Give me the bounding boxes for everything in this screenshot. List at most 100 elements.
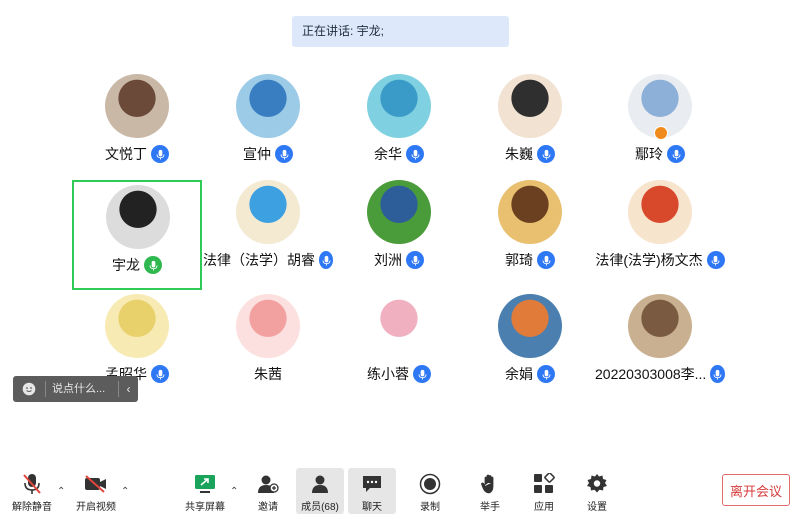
audio-options-chevron-icon[interactable]: ⌃ — [57, 486, 65, 497]
chat-label: 聊天 — [362, 502, 382, 513]
participant-name-row: 20220303008李... — [595, 364, 725, 384]
participant-grid: 文悦丁 宣仲 余华 朱巍 鄢玲 宇龙 法律（法学）胡睿 刘洲 郭琦 法律(法学)杨文杰 孟昭华 朱茜练… — [0, 0, 800, 400]
microphone-icon — [537, 145, 555, 163]
participant-name-row: 鄢玲 — [595, 144, 725, 164]
participant-name-row: 法律（法学）胡睿 — [203, 250, 333, 270]
start-video-button[interactable]: 开启视频 — [74, 468, 118, 514]
participant-tile[interactable]: 郭琦 — [465, 180, 595, 290]
participant-tile[interactable]: 宣仲 — [203, 74, 333, 184]
participant-tile[interactable]: 宇龙 — [72, 180, 202, 290]
apps-label: 应用 — [534, 502, 554, 513]
participant-avatar — [628, 294, 692, 358]
participant-name-row: 郭琦 — [465, 250, 595, 270]
apps-grid-icon — [533, 471, 555, 497]
participant-tile[interactable]: 朱茜 — [203, 294, 333, 404]
share-options-chevron-icon[interactable]: ⌃ — [230, 486, 238, 497]
apps-button[interactable]: 应用 — [528, 468, 560, 514]
participant-avatar — [367, 74, 431, 138]
participant-name: 鄢玲 — [635, 146, 663, 162]
add-user-icon — [257, 471, 279, 497]
participant-name-row: 余华 — [334, 144, 464, 164]
record-button[interactable]: 录制 — [414, 468, 446, 514]
mic-muted-icon — [22, 471, 42, 497]
microphone-icon — [151, 145, 169, 163]
record-icon — [419, 471, 441, 497]
unmute-label: 解除静音 — [12, 502, 52, 513]
members-button[interactable]: 成员(68) — [296, 468, 344, 514]
invite-label: 邀请 — [258, 502, 278, 513]
microphone-icon — [406, 145, 424, 163]
participant-tile[interactable]: 余娟 — [465, 294, 595, 404]
participant-avatar — [105, 74, 169, 138]
video-options-chevron-icon[interactable]: ⌃ — [121, 486, 129, 497]
gear-icon — [586, 471, 608, 497]
chat-button[interactable]: 聊天 — [348, 468, 396, 514]
leave-meeting-button[interactable]: 离开会议 — [722, 474, 790, 506]
host-badge-icon — [654, 126, 668, 140]
participant-name-row: 刘洲 — [334, 250, 464, 270]
share-screen-label: 共享屏幕 — [185, 502, 225, 513]
emoji-icon[interactable] — [13, 382, 45, 396]
unmute-button[interactable]: 解除静音 — [10, 468, 54, 514]
participant-name: 余华 — [374, 146, 402, 162]
participant-avatar — [498, 294, 562, 358]
participant-name: 郭琦 — [505, 252, 533, 268]
participant-avatar — [498, 180, 562, 244]
participant-tile[interactable]: 刘洲 — [334, 180, 464, 290]
participant-avatar — [628, 180, 692, 244]
chat-bubble-icon — [361, 471, 383, 497]
participant-tile[interactable]: 鄢玲 — [595, 74, 725, 184]
participant-name-row: 练小蓉 — [334, 364, 464, 384]
microphone-icon — [406, 251, 424, 269]
participant-name-row: 余娟 — [465, 364, 595, 384]
settings-label: 设置 — [587, 502, 607, 513]
microphone-icon — [144, 256, 162, 274]
participant-avatar — [236, 294, 300, 358]
participant-avatar — [367, 180, 431, 244]
start-video-label: 开启视频 — [76, 502, 116, 513]
participant-tile[interactable]: 文悦丁 — [72, 74, 202, 184]
participant-avatar — [236, 180, 300, 244]
bottom-toolbar: 解除静音 ⌃ 开启视频 ⌃ 共享屏幕 ⌃ 邀请 成员(68) 聊天 录制 举手 … — [0, 468, 800, 514]
participant-tile[interactable]: 余华 — [334, 74, 464, 184]
participant-tile[interactable]: 练小蓉 — [334, 294, 464, 404]
raise-hand-icon — [480, 471, 500, 497]
meeting-window: { "speaking": {"text": "正在讲话: 宇龙;"}, "pa… — [0, 0, 800, 514]
raise-hand-button[interactable]: 举手 — [474, 468, 506, 514]
collapse-chevron-icon[interactable]: ‹ — [118, 381, 138, 397]
chat-quick-input[interactable]: 说点什么... ‹ — [13, 376, 138, 402]
participant-avatar — [106, 185, 170, 249]
share-screen-button[interactable]: 共享屏幕 — [183, 468, 227, 514]
microphone-icon — [537, 365, 555, 383]
record-label: 录制 — [420, 502, 440, 513]
participant-name: 朱巍 — [505, 146, 533, 162]
participant-name-row: 朱巍 — [465, 144, 595, 164]
raise-hand-label: 举手 — [480, 502, 500, 513]
microphone-icon — [413, 365, 431, 383]
microphone-icon — [667, 145, 685, 163]
participant-tile[interactable]: 朱巍 — [465, 74, 595, 184]
microphone-icon — [319, 251, 333, 269]
participant-name: 宇龙 — [112, 257, 140, 273]
members-icon — [309, 471, 331, 497]
microphone-icon — [275, 145, 293, 163]
participant-name: 朱茜 — [254, 366, 282, 382]
microphone-icon — [151, 365, 169, 383]
camera-off-icon — [84, 471, 108, 497]
participant-name-row: 文悦丁 — [72, 144, 202, 164]
participant-name-row: 朱茜 — [203, 364, 333, 384]
participant-name: 刘洲 — [374, 252, 402, 268]
participant-name: 法律(法学)杨文杰 — [595, 252, 703, 268]
participant-avatar — [105, 294, 169, 358]
invite-button[interactable]: 邀请 — [252, 468, 284, 514]
participant-avatar — [236, 74, 300, 138]
chat-placeholder[interactable]: 说点什么... — [45, 381, 118, 397]
participant-name-row: 法律(法学)杨文杰 — [595, 250, 725, 270]
participant-tile[interactable]: 法律(法学)杨文杰 — [595, 180, 725, 290]
settings-button[interactable]: 设置 — [581, 468, 613, 514]
participant-name-row: 宣仲 — [203, 144, 333, 164]
share-screen-icon — [194, 471, 216, 497]
participant-name: 练小蓉 — [367, 366, 409, 382]
participant-tile[interactable]: 法律（法学）胡睿 — [203, 180, 333, 290]
participant-tile[interactable]: 20220303008李... — [595, 294, 725, 404]
